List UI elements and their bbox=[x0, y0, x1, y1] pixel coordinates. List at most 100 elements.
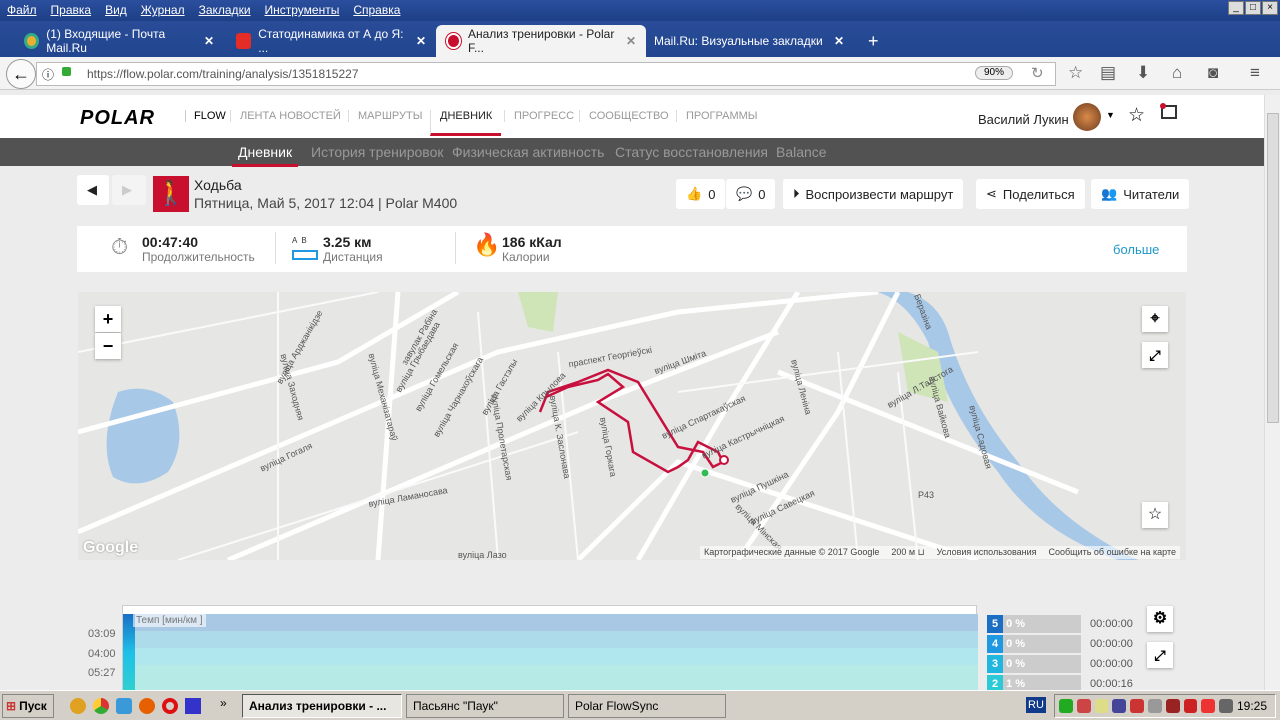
avatar[interactable] bbox=[1073, 103, 1101, 131]
zoom-level[interactable]: 90% bbox=[975, 66, 1013, 80]
comments-button[interactable]: 💬 0 bbox=[726, 179, 776, 209]
menu-view[interactable]: Вид bbox=[98, 0, 134, 20]
close-window-button[interactable]: × bbox=[1262, 1, 1278, 15]
language-indicator[interactable]: RU bbox=[1026, 697, 1046, 713]
zone-band-3 bbox=[123, 648, 978, 665]
subnav-activity[interactable]: Физическая активность bbox=[452, 144, 604, 160]
reload-icon[interactable]: ↻ bbox=[1031, 64, 1044, 82]
readers-label: Читатели bbox=[1123, 186, 1180, 202]
nav-progress[interactable]: ПРОГРЕСС bbox=[504, 110, 583, 122]
zoom-in-button[interactable]: + bbox=[95, 306, 121, 332]
nav-programs[interactable]: ПРОГРАММЫ bbox=[676, 110, 767, 122]
menu-history[interactable]: Журнал bbox=[134, 0, 192, 20]
close-tab-icon[interactable]: ✕ bbox=[626, 34, 636, 48]
walking-icon: 🚶 bbox=[153, 176, 189, 212]
task-solitaire[interactable]: Пасьянс "Паук" bbox=[406, 694, 564, 718]
info-icon[interactable]: ⓘ bbox=[42, 66, 54, 83]
tab-mail[interactable]: (1) Входящие - Почта Mail.Ru ✕ bbox=[14, 25, 224, 57]
flame-icon: 🔥 bbox=[473, 232, 501, 257]
task-flowsync[interactable]: Polar FlowSync bbox=[568, 694, 726, 718]
nav-routes[interactable]: МАРШРУТЫ bbox=[348, 110, 431, 122]
fullscreen-icon[interactable]: ⤢ bbox=[1142, 342, 1168, 368]
prev-training-button[interactable]: ◀ bbox=[77, 175, 109, 205]
mailru-icon[interactable] bbox=[116, 698, 132, 714]
hamburger-menu-icon[interactable]: ≡ bbox=[1250, 63, 1260, 83]
chart-settings-gear-icon[interactable]: ⚙ bbox=[1147, 606, 1173, 632]
menu-file[interactable]: Файл bbox=[0, 0, 44, 20]
polar-logo[interactable]: POLAR bbox=[80, 107, 155, 130]
tab-polar[interactable]: Анализ тренировки - Polar F... ✕ bbox=[436, 25, 646, 57]
firefox-icon[interactable] bbox=[139, 698, 155, 714]
quicklaunch-icon[interactable] bbox=[70, 698, 86, 714]
chrome-icon[interactable] bbox=[93, 698, 109, 714]
street-label: вуліца Лазо bbox=[458, 550, 507, 560]
tray-icon[interactable] bbox=[1094, 699, 1109, 713]
nav-feed[interactable]: ЛЕНТА НОВОСТЕЙ bbox=[230, 110, 350, 122]
minimize-button[interactable]: _ bbox=[1228, 1, 1244, 15]
back-button[interactable]: ← bbox=[6, 59, 36, 89]
menu-bookmarks[interactable]: Закладки bbox=[192, 0, 258, 20]
url-input[interactable]: https://flow.polar.com/training/analysis… bbox=[36, 62, 1056, 86]
nav-community[interactable]: СООБЩЕСТВО bbox=[579, 110, 678, 122]
tray-icon[interactable] bbox=[1165, 699, 1180, 713]
zone-row: 5 0 % bbox=[987, 615, 1081, 633]
locate-icon[interactable]: ⌖ bbox=[1142, 306, 1168, 332]
pocket-icon[interactable]: ◙ bbox=[1208, 63, 1218, 83]
chart-fullscreen-icon[interactable]: ⤢ bbox=[1147, 642, 1173, 668]
tray-icon[interactable] bbox=[1130, 699, 1144, 713]
report-error-link[interactable]: Сообщить об ошибке на карте bbox=[1049, 547, 1176, 558]
home-icon[interactable]: ⌂ bbox=[1172, 63, 1182, 83]
next-training-button[interactable]: ▶ bbox=[112, 175, 146, 205]
subnav-diary[interactable]: Дневник bbox=[232, 144, 299, 167]
new-tab-button[interactable]: + bbox=[858, 25, 889, 57]
opera-icon[interactable] bbox=[162, 698, 178, 714]
zone-number: 5 bbox=[987, 615, 1003, 633]
tray-icon[interactable] bbox=[1147, 699, 1162, 713]
subnav-recovery[interactable]: Статус восстановления bbox=[615, 144, 768, 160]
zoom-out-button[interactable]: − bbox=[95, 333, 121, 359]
chevron-down-icon[interactable]: ▼ bbox=[1106, 110, 1115, 120]
pace-chart[interactable]: Темп [мин/км ] bbox=[122, 605, 978, 690]
task-firefox[interactable]: Анализ тренировки - ... bbox=[242, 694, 402, 718]
bookmark-star-icon[interactable]: ☆ bbox=[1068, 63, 1083, 83]
start-button[interactable]: ⊞ Пуск bbox=[2, 694, 54, 718]
more-chevron-icon[interactable]: » bbox=[220, 696, 227, 710]
tray-icon[interactable] bbox=[1219, 699, 1233, 713]
reading-list-icon[interactable]: ▤ bbox=[1100, 63, 1116, 83]
save-icon[interactable] bbox=[185, 698, 201, 714]
more-link[interactable]: больше bbox=[1113, 242, 1159, 257]
route-map[interactable]: праспект Георгіеўскі вуліца Арджанікідзе з… bbox=[78, 292, 1186, 560]
subnav-balance[interactable]: Balance bbox=[776, 144, 827, 160]
close-tab-icon[interactable]: ✕ bbox=[204, 34, 214, 48]
like-button[interactable]: 👍 0 bbox=[676, 179, 726, 209]
scrollbar-thumb[interactable] bbox=[1267, 113, 1279, 423]
nav-diary[interactable]: ДНЕВНИК bbox=[430, 110, 502, 136]
menu-tools[interactable]: Инструменты bbox=[258, 0, 347, 20]
favorite-route-star-icon[interactable]: ☆ bbox=[1142, 502, 1168, 528]
favorites-star-icon[interactable]: ☆ bbox=[1128, 104, 1145, 127]
menu-edit[interactable]: Правка bbox=[44, 0, 99, 20]
taskbar: ⊞ Пуск » Анализ тренировки - ... Пасьянс … bbox=[0, 690, 1280, 720]
share-button[interactable]: ⋖ Поделиться bbox=[976, 179, 1085, 209]
tray-icon[interactable] bbox=[1076, 699, 1091, 713]
replay-route-button[interactable]: ⏵ Воспроизвести маршрут bbox=[783, 179, 964, 209]
tray-icon[interactable] bbox=[1201, 699, 1216, 713]
close-tab-icon[interactable]: ✕ bbox=[834, 34, 844, 48]
close-tab-icon[interactable]: ✕ bbox=[416, 34, 426, 48]
tray-icon[interactable] bbox=[1112, 699, 1127, 713]
zone-time: 00:00:00 bbox=[1090, 618, 1133, 630]
readers-button[interactable]: 👥 Читатели bbox=[1091, 179, 1190, 209]
page: POLAR FLOW ЛЕНТА НОВОСТЕЙ МАРШРУТЫ ДНЕВН… bbox=[0, 90, 1264, 690]
terms-link[interactable]: Условия использования bbox=[937, 547, 1037, 558]
tab-youtube[interactable]: Статодинамика от А до Я: ... ✕ bbox=[226, 25, 436, 57]
user-name[interactable]: Василий Лукин bbox=[978, 112, 1069, 127]
menu-help[interactable]: Справка bbox=[346, 0, 407, 20]
tray-icon[interactable] bbox=[1183, 699, 1198, 713]
tray-icon[interactable] bbox=[1059, 699, 1073, 713]
subnav-history[interactable]: История тренировок bbox=[311, 144, 443, 160]
downloads-icon[interactable]: ⬇ bbox=[1136, 63, 1150, 83]
page-scrollbar[interactable] bbox=[1264, 95, 1280, 690]
tab-mail-bookmarks[interactable]: Mail.Ru: Визуальные закладки ✕ bbox=[644, 25, 854, 57]
start-marker bbox=[700, 468, 710, 478]
maximize-button[interactable]: □ bbox=[1245, 1, 1261, 15]
